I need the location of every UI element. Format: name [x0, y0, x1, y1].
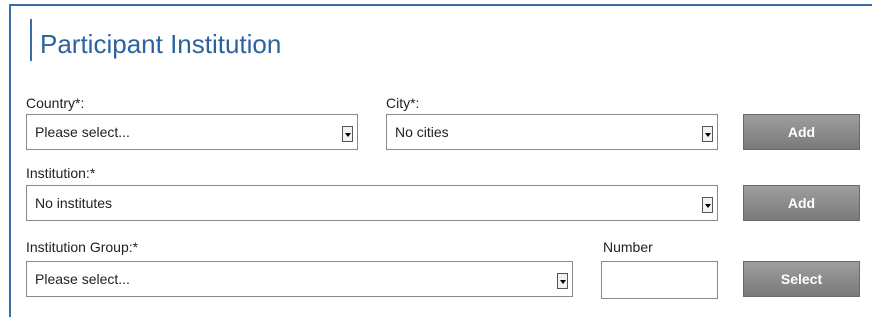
institution-select[interactable]: No institutes [26, 185, 718, 221]
country-value: Please select... [35, 124, 130, 140]
city-value: No cities [395, 124, 449, 140]
chevron-down-icon[interactable] [557, 273, 568, 289]
add-city-button[interactable]: Add [743, 114, 860, 150]
institution-label: Institution:* [26, 165, 96, 181]
country-label: Country*: [26, 95, 85, 111]
institution-group-select[interactable]: Please select... [26, 261, 573, 297]
institution-value: No institutes [35, 195, 113, 211]
chevron-down-icon[interactable] [702, 126, 713, 142]
chevron-down-icon[interactable] [702, 197, 713, 213]
chevron-down-icon[interactable] [342, 126, 353, 142]
section-title: Participant Institution [40, 29, 282, 59]
institution-group-label: Institution Group:* [26, 239, 139, 255]
city-label: City*: [386, 95, 420, 111]
add-institution-button[interactable]: Add [743, 185, 860, 221]
number-label: Number [603, 239, 653, 255]
select-group-button[interactable]: Select [743, 261, 860, 297]
city-select[interactable]: No cities [386, 114, 718, 150]
country-select[interactable]: Please select... [26, 114, 358, 150]
institution-group-value: Please select... [35, 271, 130, 287]
number-input[interactable] [601, 261, 718, 299]
title-accent-bar [30, 19, 32, 61]
